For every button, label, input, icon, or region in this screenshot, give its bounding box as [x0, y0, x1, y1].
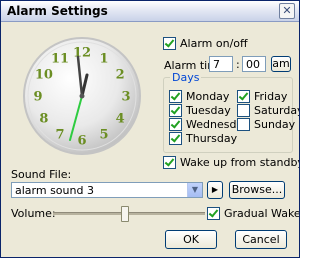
browse-button[interactable]: Browse... [229, 181, 285, 199]
play-button[interactable]: ▶ [207, 181, 223, 199]
alarm-enable-box[interactable] [163, 37, 176, 50]
ok-button[interactable]: OK [165, 230, 217, 249]
gradual-wake-box[interactable] [207, 207, 220, 220]
gradual-wake-checkbox[interactable]: Gradual Wake [207, 207, 300, 220]
volume-slider-thumb[interactable] [121, 206, 130, 222]
day-box-friday[interactable] [237, 90, 250, 103]
day-box-monday[interactable] [169, 90, 182, 103]
day-label-sunday: Sunday [254, 118, 296, 131]
day-box-thursday[interactable] [169, 132, 182, 145]
title-bar[interactable]: Alarm Settings ✕ [1, 1, 299, 22]
wake-from-standby-label: Wake up from standby [180, 156, 300, 169]
chevron-down-icon[interactable]: ▼ [187, 183, 202, 197]
time-separator: : [236, 58, 240, 71]
alarm-minute-input[interactable]: 00 [242, 56, 266, 72]
clock-numeral-7: 7 [55, 128, 64, 143]
gradual-wake-label: Gradual Wake [224, 207, 300, 220]
clock-numeral-9: 9 [33, 90, 42, 105]
alarm-enable-label: Alarm on/off [180, 37, 248, 50]
wake-from-standby-box[interactable] [163, 156, 176, 169]
clock-numeral-12: 12 [73, 46, 91, 61]
clock-numeral-2: 2 [116, 68, 125, 83]
clock-numeral-6: 6 [77, 134, 86, 149]
day-label-monday: Monday [186, 90, 230, 103]
day-checkbox-tuesday[interactable]: Tuesday [169, 104, 231, 117]
day-checkbox-saturday[interactable]: Saturday [237, 104, 300, 117]
sound-file-value: alarm sound 3 [15, 184, 94, 197]
sound-file-label: Sound File: [11, 168, 72, 181]
day-box-tuesday[interactable] [169, 104, 182, 117]
day-checkbox-friday[interactable]: Friday [237, 90, 287, 103]
alarm-settings-window: Alarm Settings ✕ 12 1 2 3 4 5 6 7 8 9 10 11 Alarm o… [0, 0, 300, 258]
day-label-thursday: Thursday [186, 132, 238, 145]
day-label-friday: Friday [254, 90, 288, 103]
clock-numeral-10: 10 [35, 68, 53, 83]
analog-clock: 12 12 3 45678 9 10 11 [23, 37, 141, 155]
clock-numeral-8: 8 [39, 112, 48, 127]
clock-numeral-11: 11 [51, 51, 69, 66]
days-group-label: Days [170, 71, 202, 84]
day-box-wednesday[interactable] [169, 118, 182, 131]
day-label-tuesday: Tuesday [186, 104, 231, 117]
volume-label: Volume: [11, 207, 56, 220]
ampm-toggle-button[interactable]: am [271, 56, 291, 72]
day-checkbox-sunday[interactable]: Sunday [237, 118, 295, 131]
clock-numeral-5: 5 [99, 128, 108, 143]
clock-numeral-4: 4 [116, 112, 125, 127]
day-box-saturday[interactable] [237, 104, 250, 117]
clock-numeral-3: 3 [121, 90, 130, 105]
day-label-saturday: Saturday [254, 104, 300, 117]
day-checkbox-thursday[interactable]: Thursday [169, 132, 237, 145]
clock-center [79, 93, 85, 99]
clock-numeral-1: 1 [99, 51, 108, 66]
close-icon[interactable]: ✕ [279, 3, 295, 19]
alarm-enable-checkbox[interactable]: Alarm on/off [163, 37, 248, 50]
window-title: Alarm Settings [7, 4, 108, 18]
day-checkbox-monday[interactable]: Monday [169, 90, 229, 103]
cancel-button[interactable]: Cancel [235, 230, 287, 249]
wake-from-standby-checkbox[interactable]: Wake up from standby [163, 156, 300, 169]
alarm-hour-input[interactable]: 7 [209, 56, 233, 72]
sound-file-select[interactable]: alarm sound 3 ▼ [11, 182, 203, 198]
day-box-sunday[interactable] [237, 118, 250, 131]
